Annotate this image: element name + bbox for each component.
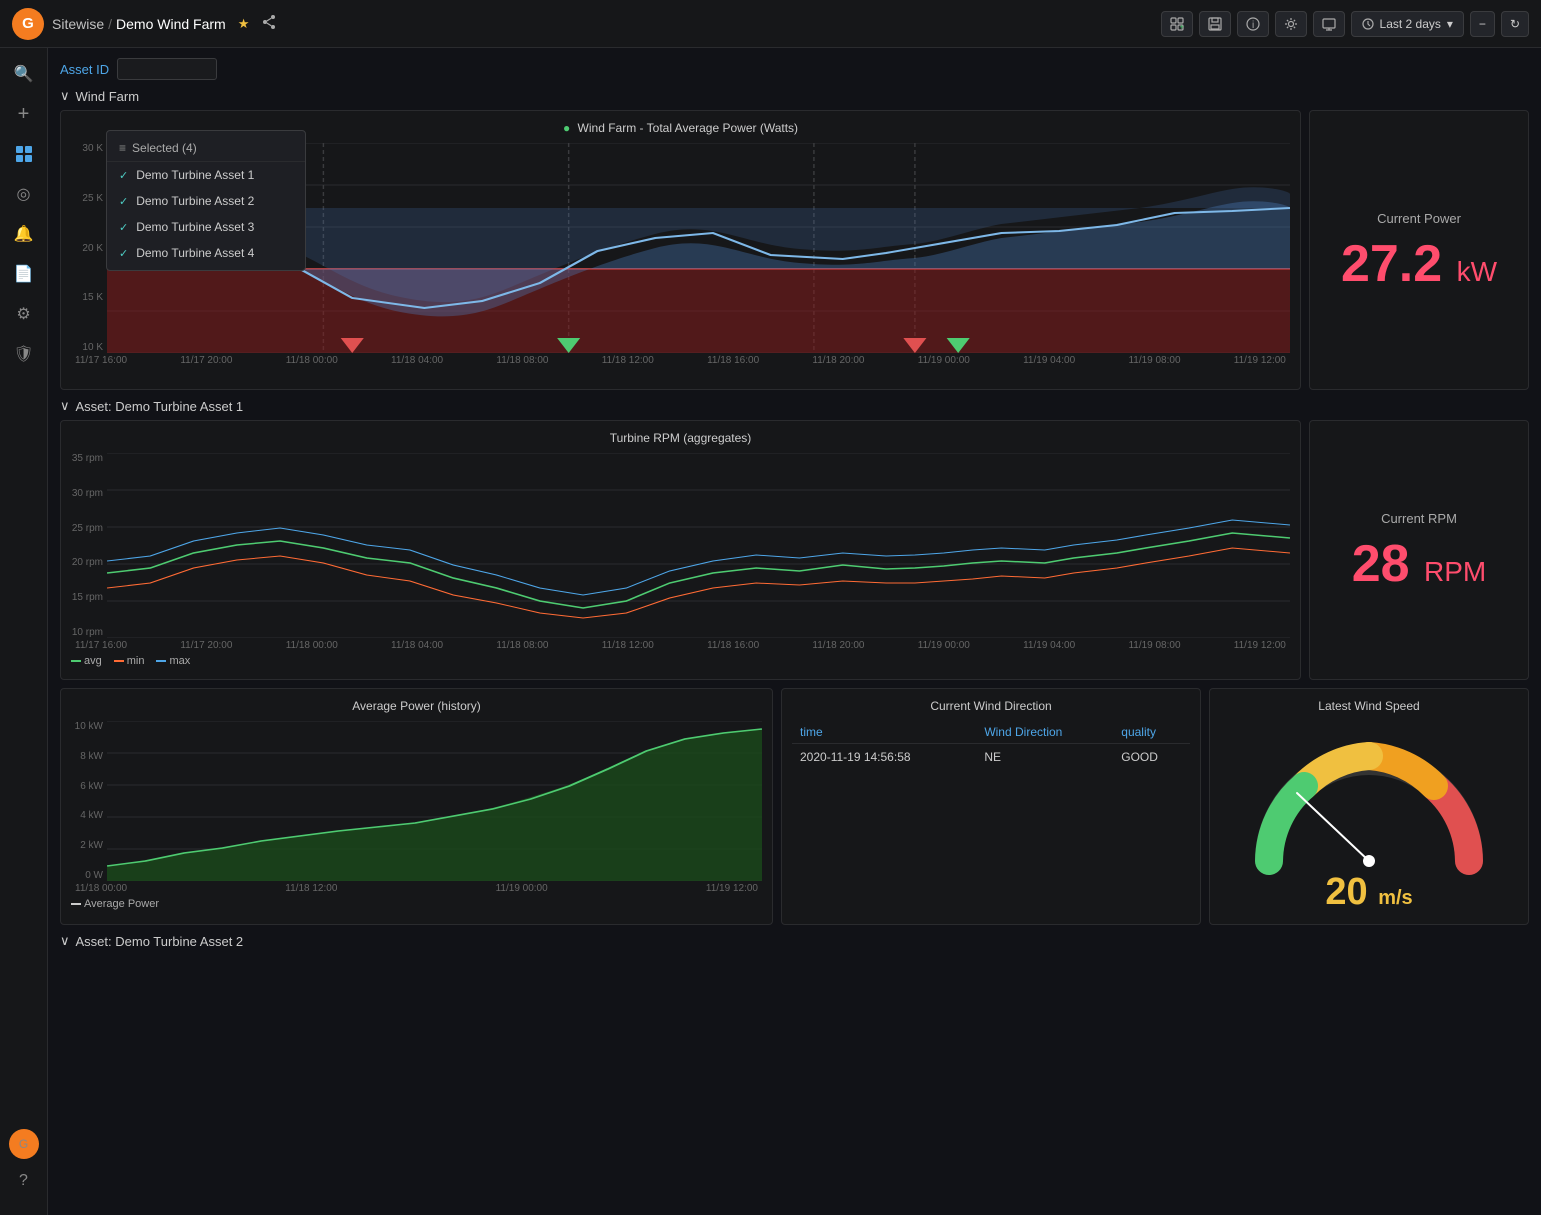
current-power-label: Current Power <box>1377 211 1461 226</box>
wind-speed-unit: m/s <box>1378 887 1412 909</box>
sidebar-item-add[interactable]: + <box>6 96 42 132</box>
avg-power-legend: Average Power <box>71 898 762 910</box>
sidebar-item-search[interactable]: 🔍 <box>6 56 42 92</box>
current-power-unit: kW <box>1457 256 1497 287</box>
svg-text:i: i <box>1252 20 1254 31</box>
avg-power-title: Average Power (history) <box>71 699 762 713</box>
current-power-value: 27.2 kW <box>1341 238 1497 290</box>
rpm-chart-row: Turbine RPM (aggregates) 35 rpm 30 rpm 2… <box>60 420 1529 680</box>
rpm-chart-svg <box>107 453 1290 638</box>
sidebar-item-help[interactable]: ? <box>6 1163 42 1199</box>
settings-button[interactable] <box>1275 11 1307 37</box>
bottom-panels: Average Power (history) 10 kW 8 kW 6 kW … <box>60 688 1529 925</box>
sidebar-item-security[interactable]: 🛡 <box>6 336 42 372</box>
wind-table-row: 2020-11-19 14:56:58 NE GOOD <box>792 744 1190 771</box>
save-button[interactable] <box>1199 11 1231 37</box>
wind-direction-panel: Current Wind Direction time Wind Directi… <box>781 688 1201 925</box>
sidebar-item-user[interactable]: G <box>9 1129 39 1159</box>
rpm-chart-panel: Turbine RPM (aggregates) 35 rpm 30 rpm 2… <box>60 420 1301 680</box>
dropdown-header: ≡ Selected (4) <box>107 135 305 162</box>
wind-row-direction: NE <box>976 744 1113 771</box>
wind-speed-title: Latest Wind Speed <box>1318 699 1419 713</box>
asset1-chevron: ∨ <box>60 398 70 414</box>
sidebar-item-reports[interactable]: 📄 <box>6 256 42 292</box>
wind-direction-table: time Wind Direction quality 2020-11-19 1… <box>792 721 1190 770</box>
asset2-section-header[interactable]: ∨ Asset: Demo Turbine Asset 2 <box>60 933 1529 949</box>
dropdown-item-3[interactable]: ✓ Demo Turbine Asset 3 <box>107 214 305 240</box>
main-content: Asset ID ≡ Selected (4) ✓ Demo Turbine A… <box>48 48 1541 1215</box>
current-power-panel: Current Power 27.2 kW <box>1309 110 1529 390</box>
wind-farm-chevron: ∨ <box>60 88 70 104</box>
power-x-labels: 11/17 16:00 11/17 20:00 11/18 00:00 11/1… <box>71 355 1290 366</box>
asset-id-label: Asset ID <box>60 62 109 77</box>
top-nav: G Sitewise / Demo Wind Farm ★ + i Last 2… <box>0 0 1541 48</box>
wind-direction-title: Current Wind Direction <box>792 699 1190 713</box>
asset1-title: Asset: Demo Turbine Asset 1 <box>76 399 244 414</box>
sidebar-item-alerts[interactable]: 🔔 <box>6 216 42 252</box>
check-icon-3: ✓ <box>119 221 128 234</box>
check-icon-1: ✓ <box>119 169 128 182</box>
tv-button[interactable] <box>1313 11 1345 37</box>
breadcrumb-parent[interactable]: Sitewise <box>52 16 104 32</box>
wind-row-quality: GOOD <box>1113 744 1190 771</box>
rpm-y-labels: 35 rpm 30 rpm 25 rpm 20 rpm 15 rpm 10 rp… <box>71 453 107 638</box>
time-range-label: Last 2 days <box>1380 17 1441 31</box>
check-icon-2: ✓ <box>119 195 128 208</box>
chevron-down-icon: ▾ <box>1447 17 1453 31</box>
rpm-x-labels: 11/17 16:00 11/17 20:00 11/18 00:00 11/1… <box>71 640 1290 651</box>
asset1-section-header[interactable]: ∨ Asset: Demo Turbine Asset 1 <box>60 398 1529 414</box>
current-rpm-panel: Current RPM 28 RPM <box>1309 420 1529 680</box>
asset2-title: Asset: Demo Turbine Asset 2 <box>76 934 244 949</box>
wind-speed-panel: Latest Wind Speed <box>1209 688 1529 925</box>
avg-power-panel: Average Power (history) 10 kW 8 kW 6 kW … <box>60 688 773 925</box>
wind-row-time: 2020-11-19 14:56:58 <box>792 744 976 771</box>
col-wind-direction[interactable]: Wind Direction <box>976 721 1113 744</box>
sidebar-item-dashboard[interactable] <box>6 136 42 172</box>
time-range-selector[interactable]: Last 2 days ▾ <box>1351 11 1464 37</box>
asset-id-input[interactable] <box>117 58 217 80</box>
breadcrumb-current: Demo Wind Farm <box>116 16 226 32</box>
wind-speed-gauge <box>1249 731 1489 881</box>
wind-farm-title: Wind Farm <box>76 89 140 104</box>
breadcrumb: Sitewise / Demo Wind Farm <box>52 16 226 32</box>
app-logo: G <box>12 8 44 40</box>
col-quality[interactable]: quality <box>1113 721 1190 744</box>
check-icon-4: ✓ <box>119 247 128 260</box>
wind-farm-section-header[interactable]: ∨ Wind Farm <box>60 88 1529 104</box>
asset-dropdown: ≡ Selected (4) ✓ Demo Turbine Asset 1 ✓ … <box>106 130 306 271</box>
avg-power-svg <box>107 721 762 881</box>
svg-text:+: + <box>1179 22 1184 31</box>
power-y-labels: 30 K 25 K 20 K 15 K 10 K <box>71 143 107 353</box>
rpm-legend: avg min max <box>71 655 1290 667</box>
dropdown-item-2[interactable]: ✓ Demo Turbine Asset 2 <box>107 188 305 214</box>
zoom-out-button[interactable]: − <box>1470 11 1495 37</box>
current-rpm-unit: RPM <box>1424 556 1486 587</box>
favorite-star-icon[interactable]: ★ <box>238 16 250 32</box>
avg-power-y-labels: 10 kW 8 kW 6 kW 4 kW 2 kW 0 W <box>71 721 107 881</box>
add-panel-button[interactable]: + <box>1161 11 1193 37</box>
breadcrumb-separator: / <box>108 16 112 32</box>
refresh-button[interactable]: ↻ <box>1501 11 1529 37</box>
app-layout: 🔍 + ◎ 🔔 📄 ⚙ 🛡 G ? Asset ID ≡ Selected (4… <box>0 48 1541 1215</box>
rpm-chart-title: Turbine RPM (aggregates) <box>71 431 1290 445</box>
share-icon[interactable] <box>261 14 277 33</box>
col-time[interactable]: time <box>792 721 976 744</box>
asset2-chevron: ∨ <box>60 933 70 949</box>
dropdown-item-1[interactable]: ✓ Demo Turbine Asset 1 <box>107 162 305 188</box>
sidebar-item-settings[interactable]: ⚙ <box>6 296 42 332</box>
current-rpm-label: Current RPM <box>1381 511 1457 526</box>
toolbar-right: + i Last 2 days ▾ − ↻ <box>1161 11 1529 37</box>
avg-power-x-labels: 11/18 00:00 11/18 12:00 11/19 00:00 11/1… <box>71 883 762 894</box>
sidebar-item-target[interactable]: ◎ <box>6 176 42 212</box>
dropdown-item-4[interactable]: ✓ Demo Turbine Asset 4 <box>107 240 305 266</box>
power-chart-dot: ● <box>563 121 570 135</box>
sidebar: 🔍 + ◎ 🔔 📄 ⚙ 🛡 G ? <box>0 48 48 1215</box>
asset-id-row: Asset ID <box>60 58 1529 80</box>
current-rpm-value: 28 RPM <box>1352 538 1487 590</box>
info-button[interactable]: i <box>1237 11 1269 37</box>
dropdown-selected-count: Selected (4) <box>132 141 197 155</box>
